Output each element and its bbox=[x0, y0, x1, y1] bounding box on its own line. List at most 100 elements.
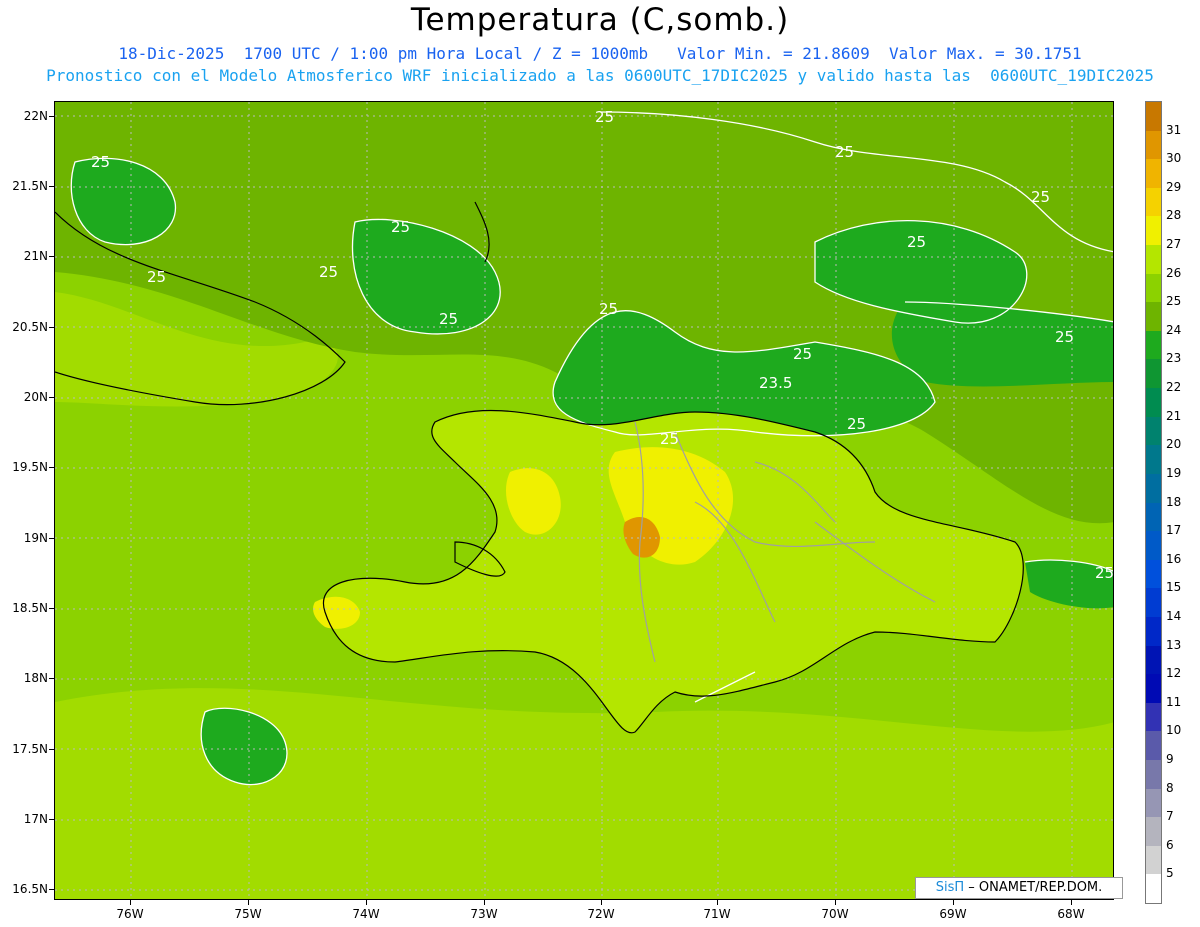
forecast-time-line: 18-Dic-2025 1700 UTC / 1:00 pm Hora Loca… bbox=[118, 44, 1082, 63]
colorbar-label: 6 bbox=[1166, 837, 1174, 852]
lat-label: 20.5N bbox=[12, 320, 48, 334]
colorbar-label: 31 bbox=[1166, 122, 1182, 137]
colorbar-cell bbox=[1146, 759, 1161, 789]
colorbar-cell bbox=[1146, 445, 1161, 475]
lat-tick bbox=[49, 749, 54, 750]
colorbar-label: 20 bbox=[1166, 437, 1182, 452]
contour-label: 25 bbox=[599, 300, 618, 318]
lat-label: 17.5N bbox=[12, 742, 48, 756]
temperature-map[interactable]: 25 25 25 25 25 25 25 25 25 25 25 25 25 2… bbox=[54, 101, 1114, 900]
model-info-line: Pronostico con el Modelo Atmosferico WRF… bbox=[46, 66, 1154, 85]
lon-tick bbox=[484, 900, 485, 905]
lon-tick bbox=[601, 900, 602, 905]
colorbar-cell bbox=[1146, 817, 1161, 847]
colorbar-label: 10 bbox=[1166, 723, 1182, 738]
lat-label: 21N bbox=[23, 249, 48, 263]
lat-tick bbox=[49, 819, 54, 820]
colorbar-label: 13 bbox=[1166, 637, 1182, 652]
colorbar-cell bbox=[1146, 388, 1161, 418]
colorbar-cell bbox=[1146, 187, 1161, 217]
colorbar-cell bbox=[1146, 216, 1161, 246]
colorbar-label: 16 bbox=[1166, 551, 1182, 566]
colorbar-cell bbox=[1146, 674, 1161, 704]
contour-label: 25 bbox=[147, 268, 166, 286]
colorbar-cell bbox=[1146, 159, 1161, 189]
lat-label: 19N bbox=[23, 531, 48, 545]
lat-label: 21.5N bbox=[12, 179, 48, 193]
lat-label: 16.5N bbox=[12, 882, 48, 896]
contour-label: 25 bbox=[439, 310, 458, 328]
lon-label: 69W bbox=[939, 907, 967, 921]
colorbar-label: 21 bbox=[1166, 408, 1182, 423]
contour-label: 23.5 bbox=[759, 374, 792, 392]
temperature-colorbar bbox=[1145, 101, 1162, 904]
colorbar-label: 25 bbox=[1166, 294, 1182, 309]
lon-tick bbox=[953, 900, 954, 905]
colorbar-label: 11 bbox=[1166, 694, 1182, 709]
lat-tick bbox=[49, 186, 54, 187]
lon-label: 73W bbox=[470, 907, 498, 921]
colorbar-cell bbox=[1146, 845, 1161, 875]
lon-label: 75W bbox=[234, 907, 262, 921]
lon-tick bbox=[835, 900, 836, 905]
contour-label: 25 bbox=[660, 430, 679, 448]
map-svg: 25 25 25 25 25 25 25 25 25 25 25 25 25 2… bbox=[55, 102, 1114, 899]
lat-label: 20N bbox=[23, 390, 48, 404]
lat-tick bbox=[49, 608, 54, 609]
sispi-logo: SisΠ bbox=[935, 880, 965, 895]
contour-label: 25 bbox=[907, 233, 926, 251]
lon-tick bbox=[130, 900, 131, 905]
colorbar-cell bbox=[1146, 473, 1161, 503]
colorbar-cell bbox=[1146, 245, 1161, 275]
contour-label: 25 bbox=[391, 218, 410, 236]
contour-label: 25 bbox=[1095, 564, 1114, 582]
colorbar-label: 17 bbox=[1166, 523, 1182, 538]
colorbar-cell bbox=[1146, 702, 1161, 732]
lon-label: 74W bbox=[352, 907, 380, 921]
lon-tick bbox=[717, 900, 718, 905]
contour-label: 25 bbox=[595, 108, 614, 126]
lon-label: 70W bbox=[821, 907, 849, 921]
lat-label: 18.5N bbox=[12, 601, 48, 615]
lon-label: 71W bbox=[703, 907, 731, 921]
lat-tick bbox=[49, 678, 54, 679]
colorbar-cell bbox=[1146, 330, 1161, 360]
lat-label: 17N bbox=[23, 812, 48, 826]
lat-tick bbox=[49, 116, 54, 117]
colorbar-cell bbox=[1146, 531, 1161, 561]
contour-label: 25 bbox=[91, 153, 110, 171]
lat-tick bbox=[49, 327, 54, 328]
colorbar-cell bbox=[1146, 502, 1161, 532]
colorbar-cell bbox=[1146, 645, 1161, 675]
colorbar-cell bbox=[1146, 102, 1161, 131]
colorbar-label: 9 bbox=[1166, 751, 1174, 766]
colorbar-cell bbox=[1146, 788, 1161, 818]
lon-label: 72W bbox=[587, 907, 615, 921]
lat-label: 19.5N bbox=[12, 460, 48, 474]
lat-tick bbox=[49, 538, 54, 539]
lat-tick bbox=[49, 889, 54, 890]
colorbar-label: 24 bbox=[1166, 322, 1182, 337]
lat-tick bbox=[49, 256, 54, 257]
colorbar-cell bbox=[1146, 874, 1161, 904]
lat-tick bbox=[49, 397, 54, 398]
lat-tick bbox=[49, 467, 54, 468]
lon-tick bbox=[248, 900, 249, 905]
credit-box: SisΠ – ONAMET/REP.DOM. bbox=[915, 877, 1123, 899]
colorbar-label: 23 bbox=[1166, 351, 1182, 366]
colorbar-label: 15 bbox=[1166, 580, 1182, 595]
lon-tick bbox=[1071, 900, 1072, 905]
colorbar-label: 30 bbox=[1166, 151, 1182, 166]
lon-label: 76W bbox=[116, 907, 144, 921]
colorbar-cell bbox=[1146, 359, 1161, 389]
colorbar-cell bbox=[1146, 731, 1161, 761]
contour-label: 25 bbox=[319, 263, 338, 281]
colorbar-label: 26 bbox=[1166, 265, 1182, 280]
colorbar-label: 19 bbox=[1166, 465, 1182, 480]
lat-label: 18N bbox=[23, 671, 48, 685]
colorbar-label: 5 bbox=[1166, 866, 1174, 881]
colorbar-cell bbox=[1146, 588, 1161, 618]
contour-label: 25 bbox=[793, 345, 812, 363]
colorbar-label: 28 bbox=[1166, 208, 1182, 223]
colorbar-cell bbox=[1146, 273, 1161, 303]
